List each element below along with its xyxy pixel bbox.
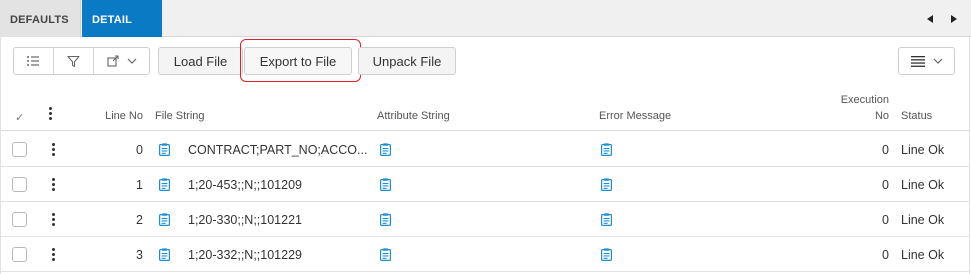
document-icon xyxy=(159,213,170,226)
kebab-icon xyxy=(49,107,52,120)
document-icon xyxy=(601,248,612,261)
cell-execution-no: 0 xyxy=(882,247,889,262)
filter-icon xyxy=(66,55,80,67)
cell-file-string: CONTRACT;PART_NO;ACCO... xyxy=(188,142,368,157)
cell-line-no: 2 xyxy=(136,212,143,227)
row-checkbox[interactable] xyxy=(12,132,28,167)
tab-detail[interactable]: DETAIL xyxy=(82,0,162,37)
document-icon xyxy=(601,178,612,191)
export-menu-button[interactable] xyxy=(94,48,150,74)
filter-button[interactable] xyxy=(54,48,92,74)
attribute-string-detail-button[interactable] xyxy=(380,202,391,237)
header-execution-line2: No xyxy=(874,110,889,122)
file-string-detail-button[interactable] xyxy=(159,237,170,272)
table-row[interactable]: 1 1;20-453;;N;;101209 0 Line Ok xyxy=(1,167,970,202)
arrow-left-icon[interactable] xyxy=(927,15,933,23)
table-header: ✓ Line No File String Attribute String E… xyxy=(1,85,970,131)
document-icon xyxy=(159,178,170,191)
arrow-right-icon[interactable] xyxy=(951,15,957,23)
table-row[interactable]: 2 1;20-330;;N;;101221 0 Line Ok xyxy=(1,202,970,237)
table-settings-button[interactable] xyxy=(898,47,955,75)
document-icon xyxy=(159,248,170,261)
row-checkbox[interactable] xyxy=(12,202,28,237)
row-checkbox[interactable] xyxy=(12,237,28,272)
cell-status: Line Ok xyxy=(901,212,945,227)
table-tools-group xyxy=(13,47,150,75)
table-settings-icon xyxy=(910,55,925,67)
kebab-icon xyxy=(51,213,55,226)
document-icon xyxy=(380,248,391,261)
document-icon xyxy=(601,213,612,226)
tab-scroll-arrows xyxy=(921,12,961,26)
row-menu-button[interactable] xyxy=(48,237,58,272)
document-icon xyxy=(159,143,170,156)
cell-execution-no: 0 xyxy=(882,142,889,157)
error-message-detail-button[interactable] xyxy=(601,237,612,272)
list-icon xyxy=(27,56,39,66)
kebab-icon xyxy=(51,178,55,191)
error-message-detail-button[interactable] xyxy=(601,167,612,202)
cell-status: Line Ok xyxy=(901,142,945,157)
error-message-detail-button[interactable] xyxy=(601,132,612,167)
document-icon xyxy=(601,143,612,156)
kebab-icon xyxy=(51,143,55,156)
detail-panel: Load File Export to File Unpack File ✓ L… xyxy=(0,37,970,274)
table-row[interactable]: 3 1;20-332;;N;;101229 0 Line Ok xyxy=(1,237,970,272)
cell-line-no: 3 xyxy=(136,247,143,262)
row-menu-button[interactable] xyxy=(48,167,58,202)
export-icon xyxy=(107,55,119,67)
tab-bar: DEFAULTS DETAIL xyxy=(0,0,971,37)
file-string-detail-button[interactable] xyxy=(159,132,170,167)
tab-defaults[interactable]: DEFAULTS xyxy=(0,0,81,37)
file-string-detail-button[interactable] xyxy=(159,167,170,202)
file-string-detail-button[interactable] xyxy=(159,202,170,237)
cell-status: Line Ok xyxy=(901,247,945,262)
header-error-message[interactable]: Error Message xyxy=(599,110,671,122)
attribute-string-detail-button[interactable] xyxy=(380,237,391,272)
document-icon xyxy=(380,213,391,226)
chevron-down-icon xyxy=(127,58,137,64)
row-menu-button[interactable] xyxy=(48,132,58,167)
header-file-string[interactable]: File String xyxy=(155,110,205,122)
cell-execution-no: 0 xyxy=(882,212,889,227)
row-checkbox[interactable] xyxy=(12,167,28,202)
unpack-file-button[interactable]: Unpack File xyxy=(358,47,456,75)
select-all-check[interactable]: ✓ xyxy=(15,111,24,124)
header-execution-no[interactable]: Execution No xyxy=(841,92,889,124)
document-icon xyxy=(380,143,391,156)
attribute-string-detail-button[interactable] xyxy=(380,167,391,202)
cell-line-no: 0 xyxy=(136,142,143,157)
header-line-no[interactable]: Line No xyxy=(105,110,143,122)
kebab-icon xyxy=(51,248,55,261)
document-icon xyxy=(380,178,391,191)
header-execution-line1: Execution xyxy=(840,94,889,106)
table-row[interactable]: 0 CONTRACT;PART_NO;ACCO... 0 Line Ok xyxy=(1,132,970,167)
cell-file-string: 1;20-453;;N;;101209 xyxy=(188,177,302,192)
export-to-file-button[interactable]: Export to File xyxy=(244,47,352,75)
cell-file-string: 1;20-332;;N;;101229 xyxy=(188,247,302,262)
attribute-string-detail-button[interactable] xyxy=(380,132,391,167)
header-attribute-string[interactable]: Attribute String xyxy=(377,110,450,122)
header-status[interactable]: Status xyxy=(901,110,932,122)
chevron-down-icon xyxy=(933,58,942,64)
column-menu[interactable] xyxy=(49,107,52,120)
load-file-button[interactable]: Load File xyxy=(158,47,243,75)
list-view-button[interactable] xyxy=(14,48,52,74)
cell-execution-no: 0 xyxy=(882,177,889,192)
cell-line-no: 1 xyxy=(136,177,143,192)
cell-status: Line Ok xyxy=(901,177,945,192)
cell-file-string: 1;20-330;;N;;101221 xyxy=(188,212,302,227)
error-message-detail-button[interactable] xyxy=(601,202,612,237)
row-menu-button[interactable] xyxy=(48,202,58,237)
